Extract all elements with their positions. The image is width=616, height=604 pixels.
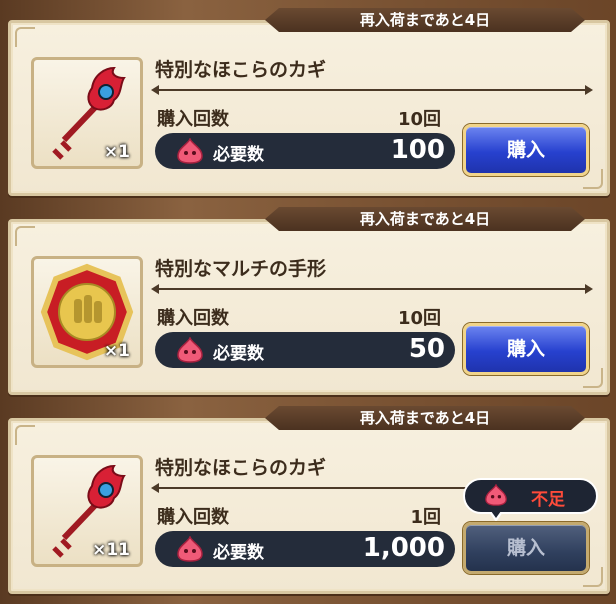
cost-value: 1,000 [362, 533, 445, 563]
item-name: 特別なほこらのカギ [155, 59, 327, 81]
shop-item-card: 再入荷まであと4日 ×1 特別なほこらのカギ 購入回数 10回 必要数 100 … [8, 20, 610, 196]
item-image[interactable]: ×1 [31, 57, 143, 169]
cost-bar: 必要数 1,000 [155, 531, 455, 567]
tooltip-tail-inner [491, 511, 501, 518]
purchase-count-value: 10回 [397, 308, 441, 329]
shop-item-card: 再入荷まであと4日 ×11 特別なほこらのカギ 購入回数 1回 必要数 1,00… [8, 418, 610, 594]
cost-bar: 必要数 50 [155, 332, 455, 368]
purchase-count-label: 購入回数 [157, 507, 229, 528]
divider [151, 284, 593, 294]
item-quantity: ×11 [92, 540, 130, 560]
purchase-count-value: 10回 [397, 109, 441, 130]
divider [151, 85, 593, 95]
restock-banner: 再入荷まであと4日 [265, 207, 585, 231]
buy-button[interactable]: 購入 [463, 124, 589, 176]
shop-item-card: 再入荷まであと4日 ×1 特別なマルチの手形 購入回数 10回 必要数 50 購… [8, 219, 610, 395]
buy-button-disabled[interactable]: 購入 [463, 522, 589, 574]
item-quantity: ×1 [103, 142, 130, 162]
red-slime-icon [485, 484, 507, 506]
cost-label: 必要数 [213, 543, 264, 563]
shortage-tooltip: 不足 [463, 478, 598, 522]
buy-button[interactable]: 購入 [463, 323, 589, 375]
item-image[interactable]: ×1 [31, 256, 143, 368]
item-name: 特別なほこらのカギ [155, 457, 327, 479]
purchase-count-value: 1回 [410, 507, 441, 528]
purchase-count-label: 購入回数 [157, 109, 229, 130]
item-name: 特別なマルチの手形 [155, 258, 327, 280]
red-slime-icon [177, 138, 203, 164]
red-slime-icon [177, 337, 203, 363]
cost-label: 必要数 [213, 145, 264, 165]
cost-bar: 必要数 100 [155, 133, 455, 169]
restock-banner: 再入荷まであと4日 [265, 8, 585, 32]
item-image[interactable]: ×11 [31, 455, 143, 567]
restock-banner: 再入荷まであと4日 [265, 406, 585, 430]
cost-value: 100 [390, 135, 445, 165]
cost-label: 必要数 [213, 344, 264, 364]
shortage-label: 不足 [531, 490, 565, 510]
red-slime-icon [177, 536, 203, 562]
purchase-count-label: 購入回数 [157, 308, 229, 329]
item-quantity: ×1 [103, 341, 130, 361]
cost-value: 50 [408, 334, 445, 364]
